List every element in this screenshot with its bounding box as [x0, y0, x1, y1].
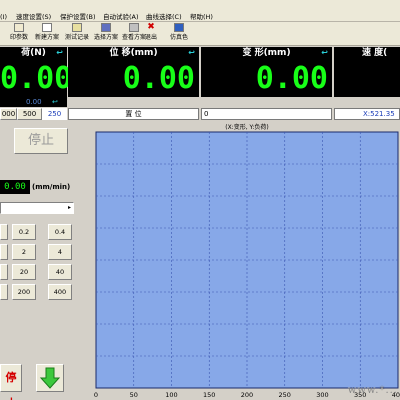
watermark: www.*...: [347, 385, 398, 396]
position-panel-header: 位 移(mm) ↩: [68, 47, 199, 59]
printer-icon: [14, 23, 24, 32]
print-params-button[interactable]: 印参数: [4, 23, 34, 45]
chart-area: 050100150200250300350400 (X:变形, Y:负荷): [80, 122, 400, 400]
position-panel-title: 位 移(mm): [109, 48, 158, 58]
speed-preset-20[interactable]: 20: [12, 264, 36, 280]
menu-item-protection-settings[interactable]: 保护设置(B): [60, 13, 96, 21]
deformation-value: 0.00: [201, 59, 332, 97]
control-panel: 停止 0.00 (mm/min) ▸ 0.2 0.4 2 4 20 40 200…: [0, 122, 78, 400]
x-tick-label: 100: [165, 391, 177, 399]
speed-preset-400[interactable]: 400: [48, 284, 72, 300]
menu-bar: (I) 速度设置(S) 保护设置(B) 自动试验(A) 曲线选择(C) 帮助(H…: [0, 0, 400, 22]
speed-preset-0-4[interactable]: 0.4: [48, 224, 72, 240]
stop-button-top[interactable]: 停止: [14, 128, 68, 154]
load-panel-header: 荷(N) ↩: [0, 47, 67, 59]
speed-panel-header: 速 度(: [334, 47, 400, 59]
speed-preset-grid: 0.2 0.4 2 4 20 40 200 400: [0, 220, 78, 368]
stop-button-bottom[interactable]: 停止: [0, 364, 22, 400]
deformation-panel-header: 变 形(mm) ↩: [201, 47, 332, 59]
deformation-foot-value: 0: [204, 110, 209, 118]
new-scheme-label: 新建方案: [34, 34, 59, 41]
exit-label: 退出: [144, 34, 157, 41]
load-sub-value: 0.00: [26, 98, 42, 106]
new-scheme-button[interactable]: 新建方案: [32, 23, 62, 45]
chart-title: (X:变形, Y:负荷): [225, 123, 269, 131]
speed-preset-stub-4[interactable]: [0, 284, 8, 300]
menu-item-curve-select[interactable]: 曲线选择(C): [146, 13, 182, 21]
deformation-panel-title: 变 形(mm): [242, 48, 291, 58]
position-foot: 置 位: [68, 108, 199, 120]
range-button-500[interactable]: 500: [17, 108, 42, 120]
x-tick-label: 150: [203, 391, 215, 399]
speed-input[interactable]: 0.00: [0, 180, 30, 194]
speed-preset-stub-2[interactable]: [0, 244, 8, 260]
speed-unit-label: (mm/min): [32, 183, 71, 191]
exit-button[interactable]: ✖ 退出: [136, 23, 166, 45]
range-button-1000[interactable]: 000: [0, 108, 17, 120]
simulate-color-label: 仿真色: [169, 34, 188, 41]
reset-label: 置 位: [125, 110, 142, 118]
speed-preset-0-2[interactable]: 0.2: [12, 224, 36, 240]
speed-preset-40[interactable]: 40: [48, 264, 72, 280]
toolbar: 印参数 新建方案 测试记录 选择方案 查看方案 ✖ 退出 仿真色: [0, 22, 400, 46]
x-tick-label: 250: [279, 391, 291, 399]
x-tick-label: 0: [94, 391, 98, 399]
speed-preset-2[interactable]: 2: [12, 244, 36, 260]
menu-item-help[interactable]: 帮助(H): [190, 13, 213, 21]
position-reset-arrow-icon[interactable]: ↩: [188, 47, 195, 59]
test-record-button[interactable]: 测试记录: [62, 23, 92, 45]
sub-reset-arrow-icon[interactable]: ↩: [52, 97, 58, 107]
range-selector: 000 500 250: [0, 108, 67, 120]
load-subrow: 0.00 ↩: [0, 97, 67, 107]
move-down-button[interactable]: [36, 364, 64, 392]
speed-slider[interactable]: ▸: [0, 202, 74, 214]
speed-panel-title: 速 度(: [362, 48, 388, 58]
deformation-foot: 0: [201, 108, 332, 120]
x-tick-label: 200: [241, 391, 253, 399]
load-value: 0.00: [0, 59, 73, 97]
load-deformation-chart[interactable]: 050100150200250300350400 (X:变形, Y:负荷): [80, 122, 400, 400]
select-scheme-button[interactable]: 选择方案: [91, 23, 121, 45]
print-params-label: 印参数: [9, 34, 28, 41]
slider-right-arrow-icon[interactable]: ▸: [68, 203, 71, 213]
down-arrow-icon: [39, 367, 61, 389]
new-file-icon: [42, 23, 52, 32]
palette-icon: [174, 23, 184, 32]
select-icon: [101, 23, 111, 32]
speed-preset-200[interactable]: 200: [12, 284, 36, 300]
x-tick-label: 50: [130, 391, 138, 399]
simulate-color-button[interactable]: 仿真色: [164, 23, 194, 45]
coordinate-foot: X:521.35: [334, 108, 400, 120]
speed-preset-4[interactable]: 4: [48, 244, 72, 260]
menu-item-auto-test[interactable]: 自动试验(A): [103, 13, 139, 21]
speed-preset-stub-1[interactable]: [0, 224, 8, 240]
speed-preset-stub-3[interactable]: [0, 264, 8, 280]
test-record-label: 测试记录: [64, 34, 89, 41]
select-scheme-label: 选择方案: [93, 34, 118, 41]
menu-item-file[interactable]: (I): [0, 13, 7, 21]
speed-value-area: [334, 59, 400, 97]
exit-icon: ✖: [147, 22, 155, 32]
deformation-reset-arrow-icon[interactable]: ↩: [321, 47, 328, 59]
range-button-250[interactable]: 250: [42, 108, 67, 120]
x-tick-label: 300: [316, 391, 328, 399]
reset-arrow-icon[interactable]: ↩: [56, 47, 63, 59]
cursor-coordinate-readout: X:521.35: [363, 110, 395, 118]
menu-item-speed-settings[interactable]: 速度设置(S): [16, 13, 51, 21]
record-icon: [72, 23, 82, 32]
position-value: 0.00: [68, 59, 199, 97]
